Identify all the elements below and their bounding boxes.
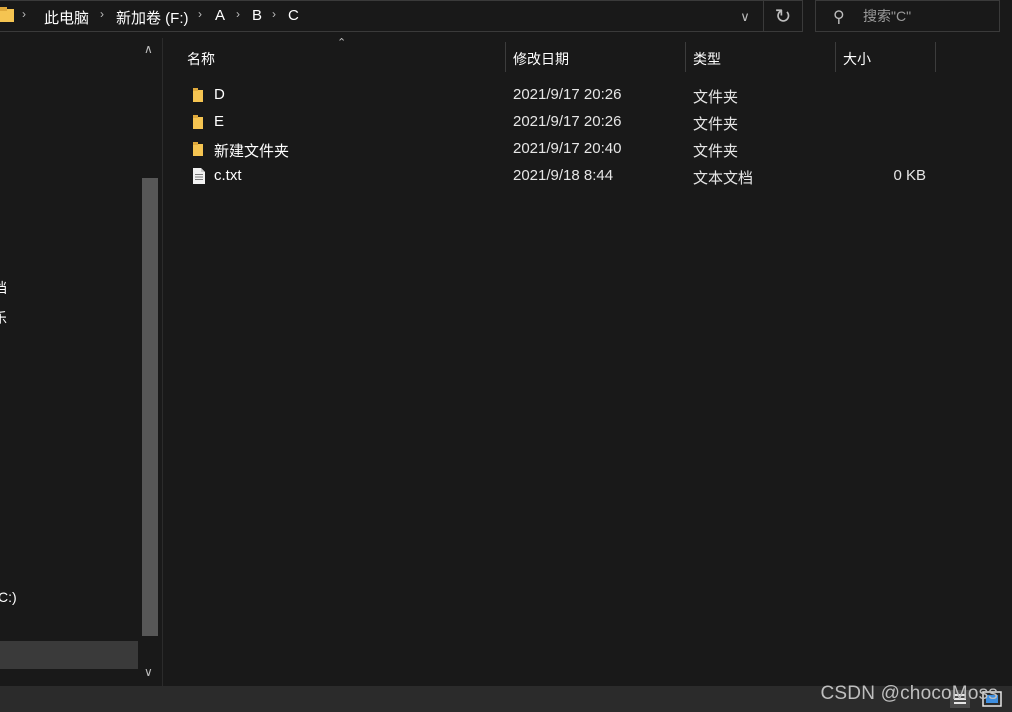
text-file-icon (193, 168, 205, 184)
file-type: 文件夹 (693, 89, 739, 106)
file-type: 文件夹 (693, 143, 739, 160)
search-input[interactable] (863, 6, 993, 26)
breadcrumb-a[interactable]: A (215, 7, 225, 24)
file-row[interactable]: D 2021/9/17 20:26 文件夹 (163, 82, 1012, 109)
file-name: E (214, 113, 225, 130)
column-divider[interactable] (505, 42, 506, 72)
file-type: 文件夹 (693, 116, 739, 133)
breadcrumb-this-pc[interactable]: 此电脑 (44, 7, 89, 28)
file-list: ⌃ 名称 修改日期 类型 大小 D 2021/9/17 20:26 文件夹 E … (163, 37, 1012, 686)
nav-item-selected[interactable] (0, 641, 138, 669)
column-divider[interactable] (685, 42, 686, 72)
file-name: 新建文件夹 (214, 143, 290, 160)
folder-icon (193, 115, 203, 129)
file-row[interactable]: E 2021/9/17 20:26 文件夹 (163, 109, 1012, 136)
navigation-pane: 档 乐 C:) ) ∧ ∨ (0, 38, 162, 686)
divider (763, 1, 764, 31)
column-header: ⌃ 名称 修改日期 类型 大小 (163, 37, 1012, 74)
chevron-right-icon[interactable]: › (100, 7, 104, 21)
breadcrumb-b[interactable]: B (252, 7, 262, 24)
nav-scrollbar[interactable]: ∧ ∨ (140, 38, 160, 686)
nav-item-drive-c[interactable]: C:) (0, 589, 17, 605)
nav-item-drive-f[interactable]: ) (0, 619, 1, 635)
scroll-up-icon[interactable]: ∧ (144, 42, 153, 56)
address-bar[interactable]: › 此电脑 › 新加卷 (F:) › A › B › C ∨ ↻ (0, 0, 803, 32)
watermark: CSDN @chocoMoss (820, 683, 998, 704)
search-box[interactable]: ⚲ (815, 0, 1000, 32)
sort-ascending-icon: ⌃ (337, 37, 347, 49)
chevron-right-icon: › (22, 7, 26, 21)
folder-icon (0, 7, 14, 22)
file-name: D (214, 86, 225, 103)
search-icon: ⚲ (833, 9, 845, 26)
file-row[interactable]: c.txt 2021/9/18 8:44 文本文档 0 KB (163, 163, 1012, 190)
nav-item-documents[interactable]: 档 (0, 278, 7, 298)
chevron-right-icon[interactable]: › (236, 7, 240, 21)
scrollbar-thumb[interactable] (142, 178, 158, 636)
file-type: 文本文档 (693, 170, 754, 187)
folder-icon (193, 88, 203, 102)
folder-icon (193, 142, 203, 156)
file-date: 2021/9/17 20:40 (513, 140, 622, 157)
file-row[interactable]: 新建文件夹 2021/9/17 20:40 文件夹 (163, 136, 1012, 163)
top-bar: › 此电脑 › 新加卷 (F:) › A › B › C ∨ ↻ ⚲ (0, 0, 1012, 38)
column-date[interactable]: 修改日期 (513, 49, 569, 69)
column-name[interactable]: 名称 (187, 49, 215, 69)
column-divider[interactable] (835, 42, 836, 72)
file-size: 0 KB (893, 167, 926, 184)
column-divider[interactable] (935, 42, 936, 72)
breadcrumb-drive-f[interactable]: 新加卷 (F:) (116, 7, 189, 28)
breadcrumb-c[interactable]: C (288, 7, 299, 24)
file-date: 2021/9/17 20:26 (513, 86, 622, 103)
chevron-right-icon[interactable]: › (198, 7, 202, 21)
file-date: 2021/9/17 20:26 (513, 113, 622, 130)
column-type[interactable]: 类型 (693, 49, 721, 69)
file-date: 2021/9/18 8:44 (513, 167, 614, 184)
nav-item-music[interactable]: 乐 (0, 308, 7, 328)
chevron-down-icon[interactable]: ∨ (732, 4, 758, 30)
refresh-icon[interactable]: ↻ (768, 2, 798, 30)
chevron-right-icon[interactable]: › (272, 7, 276, 21)
column-size[interactable]: 大小 (843, 49, 871, 69)
file-name: c.txt (214, 167, 242, 184)
scroll-down-icon[interactable]: ∨ (144, 665, 153, 679)
